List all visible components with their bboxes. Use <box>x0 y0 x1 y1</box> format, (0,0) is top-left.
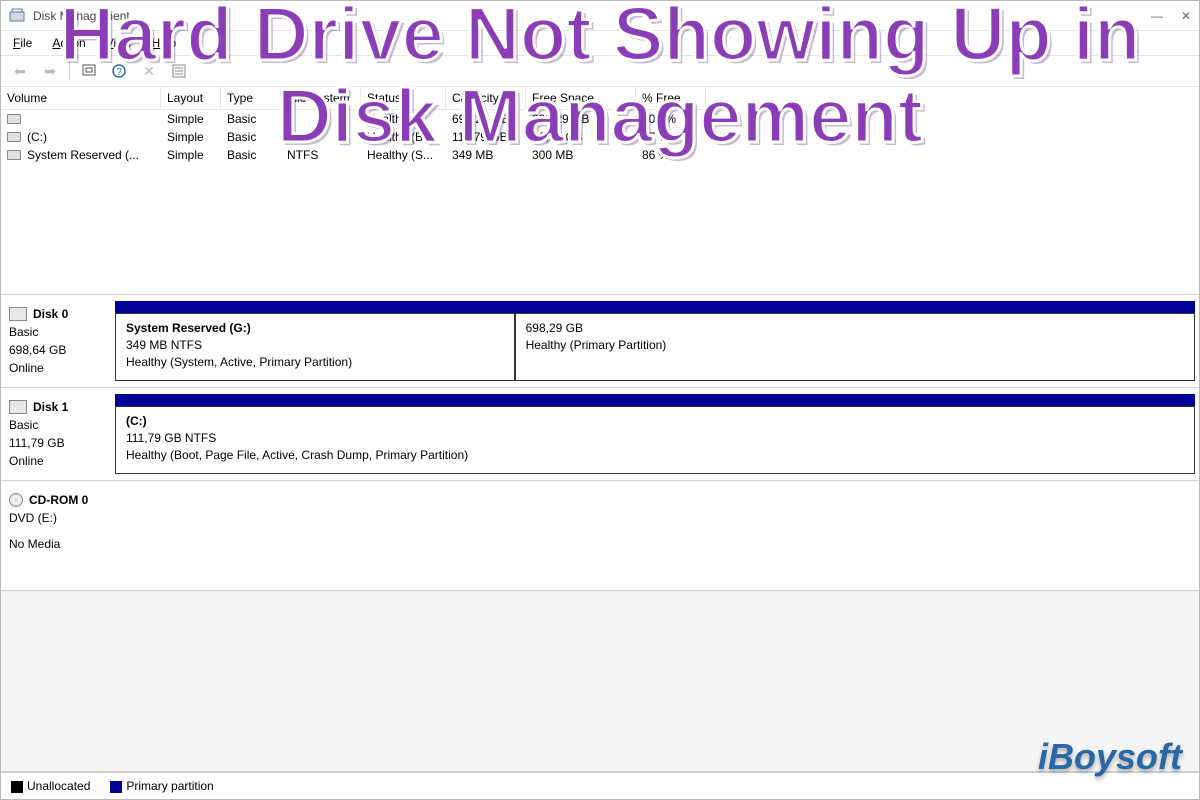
disk-size: 698,64 GB <box>9 341 111 359</box>
drive-icon <box>7 114 21 124</box>
cell-pctfree: 17 % <box>636 128 706 146</box>
disk-state: Online <box>9 359 111 377</box>
app-icon <box>9 8 25 24</box>
cell-status: Healthy (S... <box>361 146 446 164</box>
partition-status: Healthy (Primary Partition) <box>526 337 1184 354</box>
cell-layout: Simple <box>161 128 221 146</box>
disk-type: Basic <box>9 416 111 434</box>
disk-label[interactable]: Disk 1 Basic 111,79 GB Online <box>5 394 115 474</box>
menu-file[interactable]: File <box>5 33 40 53</box>
disk-row-1: Disk 1 Basic 111,79 GB Online (C:) 111,7… <box>1 388 1199 481</box>
disk-label[interactable]: CD-ROM 0 DVD (E:) No Media <box>5 487 115 584</box>
properties-button[interactable] <box>168 60 190 82</box>
cdrom-icon <box>9 493 23 507</box>
menubar: File Action View Help <box>1 31 1199 55</box>
cell-fs: NTFS <box>281 146 361 164</box>
disk-icon <box>9 307 27 321</box>
cell-type: Basic <box>221 128 281 146</box>
disk-name: CD-ROM 0 <box>29 491 88 509</box>
cell-free: 18,93 GB <box>526 128 636 146</box>
disk-management-window: Disk Management — ✕ File Action View Hel… <box>0 0 1200 800</box>
back-button[interactable]: ⬅ <box>9 60 31 82</box>
partition-primary[interactable]: 698,29 GB Healthy (Primary Partition) <box>515 313 1195 381</box>
toolbar: ⬅ ➡ ? ✕ <box>1 55 1199 87</box>
disk-label[interactable]: Disk 0 Basic 698,64 GB Online <box>5 301 115 381</box>
cell-fs: NTFS <box>281 128 361 146</box>
partition-name: System Reserved (G:) <box>126 320 504 337</box>
delete-button[interactable]: ✕ <box>138 60 160 82</box>
menu-view[interactable]: View <box>98 33 140 53</box>
help-button[interactable]: ? <box>108 60 130 82</box>
cdrom-state: No Media <box>9 535 111 553</box>
partition-system-reserved[interactable]: System Reserved (G:) 349 MB NTFS Healthy… <box>115 313 515 381</box>
legend-primary: Primary partition <box>110 779 213 793</box>
volume-header-row: Volume Layout Type File System Status Ca… <box>1 87 1199 110</box>
partition-status: Healthy (Boot, Page File, Active, Crash … <box>126 447 1184 464</box>
graphical-view: Disk 0 Basic 698,64 GB Online System Res… <box>1 295 1199 799</box>
col-filesystem[interactable]: File System <box>281 87 361 110</box>
close-button[interactable]: ✕ <box>1181 9 1191 23</box>
partition-name: (C:) <box>126 413 1184 430</box>
legend: Unallocated Primary partition <box>1 772 1199 799</box>
col-status[interactable]: Status <box>361 87 446 110</box>
drive-icon <box>7 132 21 142</box>
partition-info: 349 MB NTFS <box>126 337 504 354</box>
menu-help[interactable]: Help <box>144 33 185 53</box>
cdrom-drive: DVD (E:) <box>9 509 111 527</box>
forward-button[interactable]: ➡ <box>39 60 61 82</box>
partition-info: 698,29 GB <box>526 320 1184 337</box>
col-type[interactable]: Type <box>221 87 281 110</box>
col-layout[interactable]: Layout <box>161 87 221 110</box>
cell-vol: (C:) <box>27 130 47 144</box>
disk-bar <box>115 301 1195 313</box>
legend-unallocated: Unallocated <box>11 779 90 793</box>
window-title: Disk Management <box>33 9 130 23</box>
graphical-empty <box>1 591 1199 772</box>
volume-row[interactable]: (C:) Simple Basic NTFS Healthy (B... 111… <box>1 128 1199 146</box>
cell-status: Healthy (B... <box>361 128 446 146</box>
svg-text:?: ? <box>116 67 122 78</box>
cell-free: 698,29 GB <box>526 110 636 128</box>
cell-vol: System Reserved (... <box>27 148 139 162</box>
col-volume[interactable]: Volume <box>1 87 161 110</box>
volume-row[interactable]: System Reserved (... Simple Basic NTFS H… <box>1 146 1199 164</box>
volume-empty-area <box>1 164 1199 294</box>
drive-icon <box>7 150 21 160</box>
disk-row-cdrom: CD-ROM 0 DVD (E:) No Media <box>1 481 1199 591</box>
partition-info: 111,79 GB NTFS <box>126 430 1184 447</box>
minimize-button[interactable]: — <box>1151 9 1163 23</box>
refresh-button[interactable] <box>78 60 100 82</box>
disk-name: Disk 1 <box>33 398 68 416</box>
disk-icon <box>9 400 27 414</box>
cell-pctfree: 86 % <box>636 146 706 164</box>
cell-layout: Simple <box>161 110 221 128</box>
cell-capacity: 698,29 GB <box>446 110 526 128</box>
disk-row-0: Disk 0 Basic 698,64 GB Online System Res… <box>1 295 1199 388</box>
disk-state: Online <box>9 452 111 470</box>
titlebar: Disk Management — ✕ <box>1 1 1199 31</box>
cell-pctfree: 100 % <box>636 110 706 128</box>
cell-capacity: 111,79 GB <box>446 128 526 146</box>
volume-list: Volume Layout Type File System Status Ca… <box>1 87 1199 295</box>
partition-status: Healthy (System, Active, Primary Partiti… <box>126 354 504 371</box>
cell-fs <box>281 110 361 128</box>
volume-row[interactable]: Simple Basic Healthy (... 698,29 GB 698,… <box>1 110 1199 128</box>
col-capacity[interactable]: Capacity <box>446 87 526 110</box>
cell-type: Basic <box>221 146 281 164</box>
cell-free: 300 MB <box>526 146 636 164</box>
cell-type: Basic <box>221 110 281 128</box>
disk-name: Disk 0 <box>33 305 68 323</box>
partition-c[interactable]: (C:) 111,79 GB NTFS Healthy (Boot, Page … <box>115 406 1195 474</box>
cell-status: Healthy (... <box>361 110 446 128</box>
cell-capacity: 349 MB <box>446 146 526 164</box>
disk-type: Basic <box>9 323 111 341</box>
col-pctfree[interactable]: % Free <box>636 87 706 110</box>
cell-layout: Simple <box>161 146 221 164</box>
toolbar-divider <box>69 62 70 80</box>
menu-action[interactable]: Action <box>44 33 93 53</box>
disk-size: 111,79 GB <box>9 434 111 452</box>
disk-bar <box>115 394 1195 406</box>
col-free[interactable]: Free Space <box>526 87 636 110</box>
